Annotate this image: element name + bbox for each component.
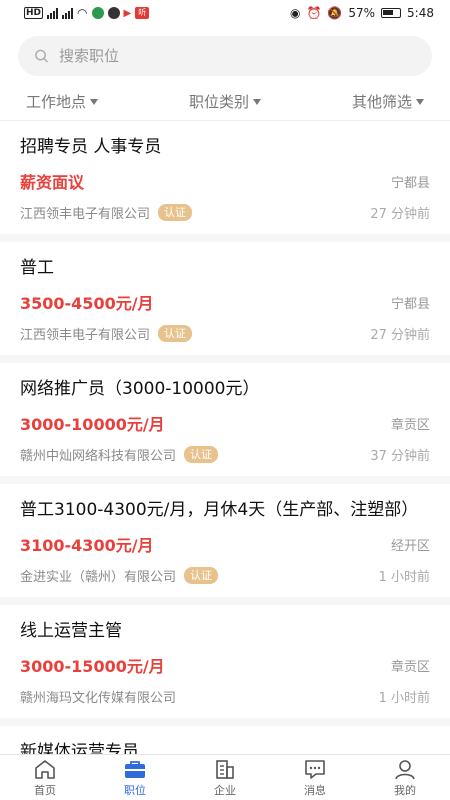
post-time: 1 小时前 bbox=[378, 570, 430, 585]
company-info: 赣州中灿网络科技有限公司 认证 bbox=[20, 445, 219, 464]
job-company-row: 金进实业（赣州）有限公司 认证 1 小时前 bbox=[20, 566, 430, 585]
caret-down-icon bbox=[90, 98, 99, 105]
job-salary: 薪资面议 bbox=[20, 173, 85, 192]
eye-icon: ◉ bbox=[289, 6, 301, 20]
job-location: 宁都县 bbox=[390, 296, 430, 312]
search-input[interactable] bbox=[58, 47, 416, 65]
tab-label: 企业 bbox=[214, 783, 236, 797]
building-icon bbox=[216, 759, 234, 779]
post-time: 37 分钟前 bbox=[370, 449, 430, 464]
job-salary: 3000-15000元/月 bbox=[20, 657, 165, 676]
company-info: 赣州海玛文化传媒有限公司 bbox=[20, 687, 176, 706]
job-location: 章贡区 bbox=[390, 417, 430, 433]
post-time: 27 分钟前 bbox=[370, 328, 430, 343]
company-info: 金进实业（赣州）有限公司 认证 bbox=[20, 566, 219, 585]
filter-label: 职位类别 bbox=[188, 93, 249, 111]
job-location: 经开区 bbox=[390, 538, 430, 554]
search-icon bbox=[35, 49, 49, 63]
signal-icon-2 bbox=[62, 7, 74, 19]
verified-badge: 认证 bbox=[184, 567, 219, 584]
job-card[interactable]: 招聘专员 人事专员 薪资面议 宁都县 江西领丰电子有限公司 认证 27 分钟前 bbox=[0, 121, 450, 242]
mute-icon: 🔕 bbox=[327, 6, 343, 20]
job-title: 网络推广员（3000-10000元） bbox=[20, 379, 260, 399]
post-time: 1 小时前 bbox=[378, 691, 430, 706]
filter-other[interactable]: 其他筛选 bbox=[352, 91, 424, 112]
play-icon: ▶ bbox=[123, 7, 132, 19]
job-company-row: 赣州中灿网络科技有限公司 认证 37 分钟前 bbox=[20, 445, 430, 464]
job-title: 普工3100-4300元/月，月休4天（生产部、注塑部） bbox=[20, 500, 419, 520]
app-icon bbox=[91, 7, 104, 19]
battery-percent: 57% bbox=[348, 6, 376, 20]
signal-icon bbox=[47, 7, 59, 19]
search-bar[interactable] bbox=[18, 36, 432, 76]
job-company-row: 江西领丰电子有限公司 认证 27 分钟前 bbox=[20, 203, 430, 222]
job-location: 章贡区 bbox=[390, 659, 430, 675]
job-card[interactable]: 网络推广员（3000-10000元） 3000-10000元/月 章贡区 赣州中… bbox=[0, 363, 450, 484]
job-salary: 3100-4300元/月 bbox=[20, 536, 154, 555]
status-bar-left: HD ◠ ▶ 听 bbox=[24, 6, 150, 20]
filter-label: 工作地点 bbox=[26, 93, 87, 111]
job-location: 宁都县 bbox=[390, 175, 430, 191]
job-title: 普工 bbox=[20, 258, 54, 278]
job-salary-row: 3500-4500元/月 宁都县 bbox=[20, 290, 430, 314]
bottom-tab-bar: 首页 职位 企业 消息 我的 bbox=[0, 754, 450, 800]
status-bar-right: ◉ ⏰ 🔕 57% 5:48 bbox=[290, 6, 434, 20]
company-name: 江西领丰电子有限公司 bbox=[20, 328, 151, 343]
company-name: 赣州中灿网络科技有限公司 bbox=[20, 449, 177, 464]
job-card[interactable]: 普工3100-4300元/月，月休4天（生产部、注塑部） 3100-4300元/… bbox=[0, 484, 450, 605]
company-name: 江西领丰电子有限公司 bbox=[20, 207, 151, 222]
news-icon: 听 bbox=[135, 7, 150, 19]
job-salary: 3500-4500元/月 bbox=[20, 294, 154, 313]
status-bar: HD ◠ ▶ 听 ◉ ⏰ 🔕 57% 5:48 bbox=[0, 0, 450, 26]
tab-label: 消息 bbox=[304, 783, 326, 797]
hd-indicator: HD bbox=[24, 7, 44, 19]
message-icon bbox=[305, 759, 325, 779]
company-name: 金进实业（赣州）有限公司 bbox=[20, 570, 177, 585]
verified-badge: 认证 bbox=[158, 325, 193, 342]
post-time: 27 分钟前 bbox=[370, 207, 430, 222]
briefcase-icon bbox=[125, 760, 145, 778]
job-salary-row: 薪资面议 宁都县 bbox=[20, 169, 430, 193]
filter-label: 其他筛选 bbox=[351, 93, 412, 111]
tab-messages[interactable]: 消息 bbox=[270, 755, 360, 800]
verified-badge: 认证 bbox=[158, 204, 193, 221]
job-company-row: 赣州海玛文化传媒有限公司 1 小时前 bbox=[20, 687, 430, 706]
job-salary-row: 3000-10000元/月 章贡区 bbox=[20, 411, 430, 435]
user-icon bbox=[395, 759, 415, 779]
job-card[interactable]: 线上运营主管 3000-15000元/月 章贡区 赣州海玛文化传媒有限公司 1 … bbox=[0, 605, 450, 726]
filter-location[interactable]: 工作地点 bbox=[26, 91, 99, 112]
tab-label: 首页 bbox=[34, 783, 56, 797]
tab-mine[interactable]: 我的 bbox=[360, 755, 450, 800]
job-title: 招聘专员 人事专员 bbox=[20, 137, 162, 157]
job-card[interactable]: 普工 3500-4500元/月 宁都县 江西领丰电子有限公司 认证 27 分钟前 bbox=[0, 242, 450, 363]
company-info: 江西领丰电子有限公司 认证 bbox=[20, 203, 193, 222]
tab-home[interactable]: 首页 bbox=[0, 755, 90, 800]
caret-down-icon bbox=[415, 98, 424, 105]
tab-label: 我的 bbox=[394, 783, 416, 797]
filter-bar: 工作地点 职位类别 其他筛选 bbox=[0, 76, 450, 114]
search-area bbox=[0, 26, 450, 76]
job-salary: 3000-10000元/月 bbox=[20, 415, 165, 434]
tab-jobs[interactable]: 职位 bbox=[90, 755, 180, 800]
app-icon-2 bbox=[107, 7, 120, 19]
filter-category[interactable]: 职位类别 bbox=[189, 91, 261, 112]
company-info: 江西领丰电子有限公司 认证 bbox=[20, 324, 193, 343]
home-icon bbox=[35, 759, 55, 779]
tab-label: 职位 bbox=[124, 783, 146, 797]
job-salary-row: 3000-15000元/月 章贡区 bbox=[20, 653, 430, 677]
job-title: 线上运营主管 bbox=[20, 621, 122, 641]
battery-icon bbox=[381, 8, 402, 18]
verified-badge: 认证 bbox=[184, 446, 219, 463]
wifi-icon: ◠ bbox=[77, 6, 88, 20]
tab-company[interactable]: 企业 bbox=[180, 755, 270, 800]
caret-down-icon bbox=[253, 98, 261, 105]
company-name: 赣州海玛文化传媒有限公司 bbox=[20, 691, 177, 706]
job-list: 招聘专员 人事专员 薪资面议 宁都县 江西领丰电子有限公司 认证 27 分钟前 … bbox=[0, 121, 450, 776]
clock: 5:48 bbox=[407, 6, 434, 20]
job-salary-row: 3100-4300元/月 经开区 bbox=[20, 532, 430, 556]
job-company-row: 江西领丰电子有限公司 认证 27 分钟前 bbox=[20, 324, 430, 343]
alarm-icon: ⏰ bbox=[306, 6, 322, 20]
